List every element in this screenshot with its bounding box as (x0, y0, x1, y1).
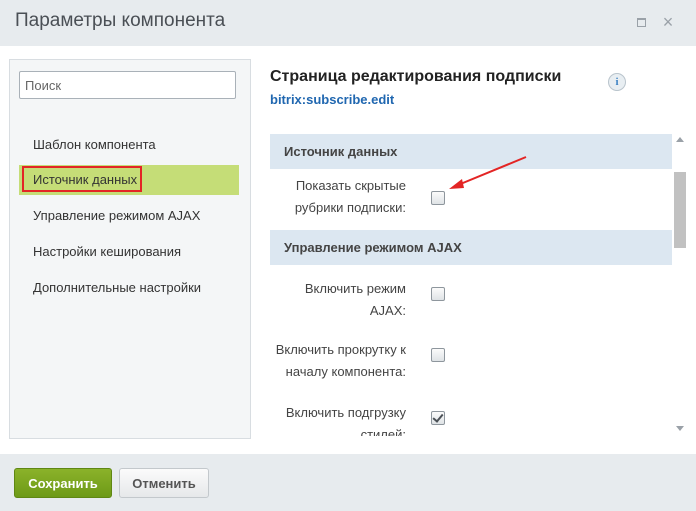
sidebar-item-label: Шаблон компонента (33, 137, 156, 152)
sidebar: Шаблон компонента Источник данных Управл… (9, 59, 251, 439)
settings-list: Источник данных Показать скрытые рубрики… (270, 134, 672, 436)
field-label: Показать скрытые рубрики подписки: (270, 175, 406, 219)
scrollbar[interactable] (674, 134, 686, 436)
sidebar-item-label: Дополнительные настройки (33, 280, 202, 295)
dialog-footer: Сохранить Отменить (0, 454, 696, 511)
close-icon[interactable]: × (660, 13, 676, 31)
field-label-line: рубрики подписки: (294, 200, 406, 215)
sidebar-item-label: Источник данных (33, 172, 138, 187)
field-label-line: Показать скрытые (295, 178, 406, 193)
page-title: Страница редактирования подписки (270, 68, 562, 85)
sidebar-item-cache[interactable]: Настройки кеширования (10, 237, 250, 267)
field-label: Включить прокрутку к началу компонента: (270, 339, 406, 383)
sidebar-item-label: Настройки кеширования (33, 244, 182, 259)
enable-ajax-checkbox[interactable] (431, 287, 445, 301)
save-button[interactable]: Сохранить (14, 468, 112, 498)
sidebar-item-ajax[interactable]: Управление режимом AJAX (10, 201, 250, 231)
scroll-down-icon[interactable] (676, 426, 684, 431)
scroll-up-icon[interactable] (676, 137, 684, 142)
cancel-button[interactable]: Отменить (119, 468, 209, 498)
sidebar-item-label: Управление режимом AJAX (33, 208, 201, 223)
maximize-icon[interactable] (634, 14, 650, 30)
section-title: Источник данных (284, 144, 398, 159)
field-label-line: Включить подгрузку (285, 405, 406, 420)
search-input[interactable] (19, 71, 236, 99)
dialog-title: Параметры компонента (15, 10, 226, 31)
field-label-line: AJAX: (369, 303, 406, 318)
field-label-line: началу компонента: (285, 364, 406, 379)
section-header: Источник данных (270, 134, 672, 169)
field-label: Включить подгрузку стилей: (270, 402, 406, 436)
enable-scroll-checkbox[interactable] (431, 348, 445, 362)
sidebar-item-template[interactable]: Шаблон компонента (10, 130, 250, 160)
sidebar-item-data-source[interactable]: Источник данных (19, 165, 239, 195)
field-label-line: Включить прокрутку к (275, 342, 406, 357)
section-title: Управление режимом AJAX (284, 240, 462, 255)
enable-styles-checkbox[interactable] (431, 411, 445, 425)
info-icon[interactable]: i (608, 73, 626, 91)
dialog-titlebar: Параметры компонента × (0, 0, 696, 46)
field-label-line: Включить режим (304, 281, 406, 296)
field-label: Включить режим AJAX: (270, 278, 406, 322)
scrollbar-thumb[interactable] (674, 172, 686, 248)
main-panel: Страница редактирования подписки i bitri… (270, 46, 696, 454)
field-label-line: стилей: (360, 427, 406, 436)
component-code: bitrix:subscribe.edit (270, 92, 395, 107)
dialog-content: Шаблон компонента Источник данных Управл… (0, 46, 696, 454)
show-hidden-rubrics-checkbox[interactable] (431, 191, 445, 205)
sidebar-item-additional[interactable]: Дополнительные настройки (10, 273, 250, 303)
section-header: Управление режимом AJAX (270, 230, 672, 265)
